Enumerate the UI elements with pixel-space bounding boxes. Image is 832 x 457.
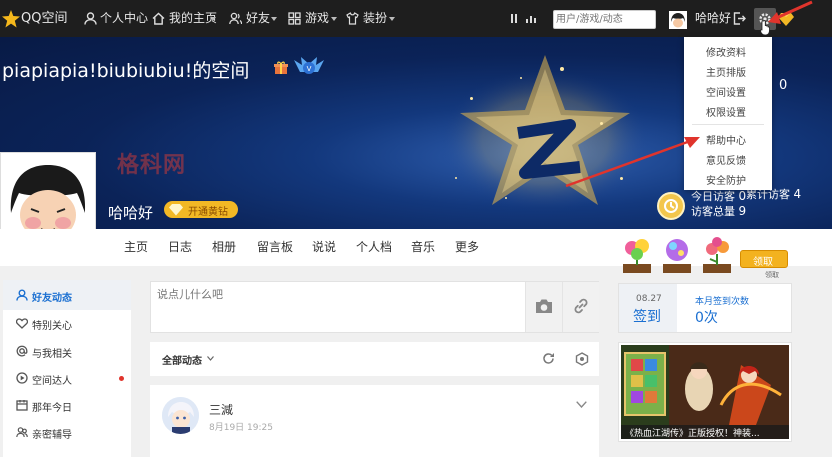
refresh-icon[interactable] [542,352,555,365]
game-ad[interactable]: 《热血江湖传》正版授权！神装... [618,342,792,442]
claim-button-label: 领取 [753,257,773,268]
tab-profile[interactable]: 个人档 [356,229,392,266]
claim-button[interactable]: 领取 [740,250,788,268]
at-icon [16,345,28,357]
post-author-avatar[interactable] [162,397,199,434]
photo-button[interactable] [525,282,562,332]
sidebar-label: 那年今日 [32,403,72,414]
sidebar-label: 与我相关 [32,349,72,360]
checkin-panel: 08.27 签到 本月签到次数 0次 [618,283,792,333]
tab-album[interactable]: 相册 [212,229,236,266]
tab-moments[interactable]: 说说 [312,229,336,266]
tab-blog[interactable]: 日志 [168,229,192,266]
claim-caption: 领取 [765,271,779,279]
game-ad-caption: 《热血江湖传》正版授权！神装... [625,429,760,439]
sign-gift-strip: 领取 领取 [614,232,792,279]
chevron-down-icon[interactable] [207,356,214,361]
sidebar-item-space-expert[interactable]: 空间达人 [16,372,126,387]
link-icon [574,298,588,314]
settings-hex-icon[interactable] [575,352,589,366]
rose-gift-icon[interactable] [700,234,734,274]
game-ad-image [621,345,789,439]
checkin-label: 签到 [633,309,661,325]
link-button[interactable] [562,282,599,332]
people-icon [16,427,28,438]
monthly-checkin-label: 本月签到次数 [695,297,750,307]
monthly-checkin-value: 0次 [695,310,718,326]
play-circle-icon [16,372,28,384]
sidebar-label: 空间达人 [32,376,72,387]
tab-music[interactable]: 音乐 [411,229,435,266]
tab-home[interactable]: 主页 [124,229,148,266]
sidebar-item-related-to-me[interactable]: 与我相关 [16,345,126,360]
feed-filter-bar: 全部动态 [150,342,599,376]
left-sidebar: 好友动态 特别关心 与我相关 空间达人 那年今日 亲密辅导 [3,280,131,457]
checkin-button[interactable]: 08.27 签到 [619,284,677,332]
unread-dot [119,376,124,381]
flower-gift-icon[interactable] [620,234,654,274]
sidebar-item-intimate[interactable]: 亲密辅导 [16,426,126,441]
tab-more[interactable]: 更多 [455,229,479,266]
sidebar-label: 特别关心 [32,321,72,332]
post-author-name[interactable]: 三減 [209,401,233,418]
post-composer [150,281,599,333]
post-input[interactable] [151,282,524,332]
sidebar-item-friend-feed[interactable]: 好友动态 [16,289,126,304]
feed-post: 三減 8月19日 19:25 [150,385,599,457]
sidebar-label: 好友动态 [32,293,72,304]
post-timestamp: 8月19日 19:25 [209,423,273,433]
sidebar-label: 亲密辅导 [32,430,72,441]
friends-icon [16,289,28,301]
camera-icon [536,299,552,313]
calendar-icon [16,400,28,411]
feed-filter-label[interactable]: 全部动态 [162,352,202,367]
heart-icon [16,318,28,329]
sidebar-item-that-year-today[interactable]: 那年今日 [16,399,126,414]
sidebar-item-special-care[interactable]: 特别关心 [16,317,126,332]
checkin-date: 08.27 [636,294,662,304]
crystal-gift-icon[interactable] [660,234,694,274]
tab-message-board[interactable]: 留言板 [257,229,293,266]
chevron-down-icon[interactable] [576,401,587,408]
help-arrow [565,138,694,188]
